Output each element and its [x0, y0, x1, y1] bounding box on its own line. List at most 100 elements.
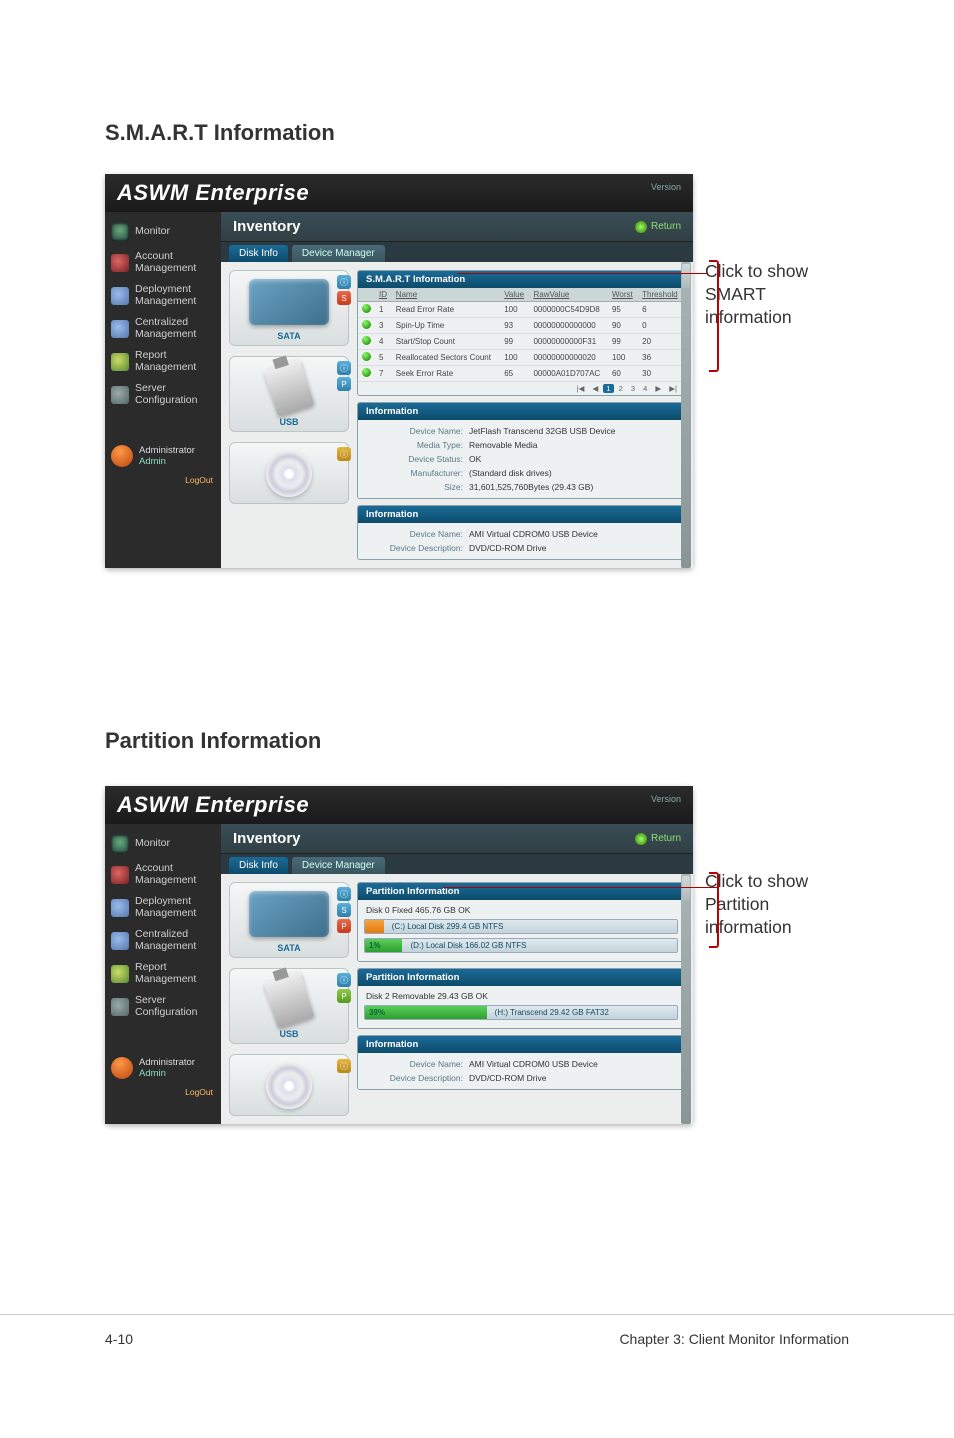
monitor-icon [111, 223, 129, 241]
hdd-icon [249, 279, 329, 325]
col-threshold[interactable]: Threshold [638, 288, 684, 302]
return-button[interactable]: Return [635, 833, 681, 845]
pager: |◀ ◀ 1 2 3 4 ▶ ▶| [358, 382, 684, 395]
panel-title: Partition Information [358, 883, 684, 900]
sidebar-item-label: Centralized Management [135, 317, 196, 340]
col-raw[interactable]: RawValue [529, 288, 608, 302]
sidebar-item-account[interactable]: Account Management [105, 246, 221, 279]
info-button-icon[interactable]: ⓘ [337, 887, 351, 901]
device-label: USB [236, 1027, 342, 1041]
sidebar-item-deployment[interactable]: Deployment Management [105, 891, 221, 924]
sidebar: Monitor Account Management Deployment Ma… [105, 824, 221, 1124]
device-card-sata[interactable]: ⓘ S SATA [229, 270, 349, 346]
info-value: AMI Virtual CDROM0 USB Device [469, 1059, 598, 1069]
app-brand: ASWM Enterprise [117, 792, 309, 818]
tab-disk-info[interactable]: Disk Info [229, 245, 288, 262]
sidebar-item-monitor[interactable]: Monitor [105, 830, 221, 858]
partition-button-icon[interactable]: P [337, 377, 351, 391]
pager-next[interactable]: ▶ [652, 384, 664, 393]
sidebar-item-label: Server Configuration [135, 383, 197, 406]
app-version-label: Version [651, 794, 681, 804]
device-card-disc[interactable]: ⓘ [229, 442, 349, 504]
pager-page[interactable]: 3 [628, 384, 638, 393]
sidebar-item-centralized[interactable]: Centralized Management [105, 312, 221, 345]
table-row[interactable]: 4Start/Stop Count9900000000000F319920 [358, 334, 684, 350]
partition-bar: 1% (D:) Local Disk 166.02 GB NTFS [364, 938, 678, 953]
admin-label: Admin [139, 1068, 166, 1079]
pager-page[interactable]: 2 [616, 384, 626, 393]
partition-panel-1: Partition Information Disk 0 Fixed 465.7… [357, 882, 685, 962]
sidebar-admin: AdministratorAdmin [105, 439, 221, 473]
col-name[interactable]: Name [392, 288, 500, 302]
info-button-icon[interactable]: ⓘ [337, 361, 351, 375]
partition-used-seg: 39% [365, 1006, 487, 1019]
info-button-icon[interactable]: ⓘ [337, 973, 351, 987]
info-key: Device Status: [364, 454, 469, 464]
smart-button-icon[interactable]: S [337, 291, 351, 305]
partition-button-icon[interactable]: P [337, 919, 351, 933]
partition-used-seg: 1% [365, 939, 402, 952]
partition-button-icon[interactable]: P [337, 989, 351, 1003]
info-value: Removable Media [469, 440, 538, 450]
info-key: Size: [364, 482, 469, 492]
col-id[interactable]: ID [375, 288, 392, 302]
chapter-label: Chapter 3: Client Monitor Information [619, 1331, 849, 1347]
scrollbar[interactable] [681, 874, 691, 1124]
admin-icon [111, 445, 133, 467]
pager-page[interactable]: 1 [603, 384, 613, 393]
pager-first[interactable]: |◀ [574, 384, 588, 393]
tab-disk-info[interactable]: Disk Info [229, 857, 288, 874]
sidebar-item-deployment[interactable]: Deployment Management [105, 279, 221, 312]
info-value: 31,601,525,760Bytes (29.43 GB) [469, 482, 593, 492]
page-title: Inventory [233, 218, 301, 235]
sidebar-item-server[interactable]: Server Configuration [105, 378, 221, 411]
panel-title: Partition Information [358, 969, 684, 986]
report-icon [111, 353, 129, 371]
sidebar-item-centralized[interactable]: Centralized Management [105, 924, 221, 957]
pager-page[interactable]: 4 [640, 384, 650, 393]
server-icon [111, 386, 129, 404]
return-label: Return [651, 221, 681, 232]
device-card-sata[interactable]: ⓘ S P SATA [229, 882, 349, 958]
disc-info-panel: Information Device Name:AMI Virtual CDRO… [357, 505, 685, 560]
table-row[interactable]: 5Reallocated Sectors Count10000000000000… [358, 350, 684, 366]
logout-link[interactable]: LogOut [105, 473, 221, 489]
app-window: ASWM Enterprise Version Monitor Account … [105, 786, 693, 1124]
sidebar-item-report[interactable]: Report Management [105, 957, 221, 990]
annotation-line [443, 887, 719, 888]
table-row[interactable]: 7Seek Error Rate6500000A01D707AC6030 [358, 366, 684, 382]
col-value[interactable]: Value [500, 288, 529, 302]
return-button[interactable]: Return [635, 221, 681, 233]
table-row[interactable]: 1Read Error Rate1000000000C54D9D8956 [358, 302, 684, 318]
info-button-icon[interactable]: ⓘ [337, 447, 351, 461]
info-button-icon[interactable]: ⓘ [337, 275, 351, 289]
sidebar-item-account[interactable]: Account Management [105, 858, 221, 891]
sidebar: Monitor Account Management Deployment Ma… [105, 212, 221, 568]
section-heading-smart: S.M.A.R.T Information [105, 120, 849, 146]
col-worst[interactable]: Worst [608, 288, 638, 302]
smart-button-icon[interactable]: S [337, 903, 351, 917]
panel-title: Information [358, 1036, 684, 1053]
device-card-disc[interactable]: ⓘ [229, 1054, 349, 1116]
table-row[interactable]: 3Spin-Up Time9300000000000000900 [358, 318, 684, 334]
hdd-icon [249, 891, 329, 937]
sidebar-item-label: Deployment Management [135, 284, 196, 307]
tab-device-manager[interactable]: Device Manager [292, 245, 385, 262]
info-key: Manufacturer: [364, 468, 469, 478]
device-card-usb[interactable]: ⓘ P USB [229, 356, 349, 432]
scrollbar[interactable] [681, 262, 691, 568]
sidebar-item-server[interactable]: Server Configuration [105, 990, 221, 1023]
centralized-icon [111, 932, 129, 950]
status-ok-icon [362, 320, 371, 329]
sidebar-item-report[interactable]: Report Management [105, 345, 221, 378]
pager-prev[interactable]: ◀ [589, 384, 601, 393]
info-button-icon[interactable]: ⓘ [337, 1059, 351, 1073]
pager-last[interactable]: ▶| [666, 384, 680, 393]
disk-summary: Disk 0 Fixed 465.76 GB OK [364, 904, 678, 919]
device-card-usb[interactable]: ⓘ P USB [229, 968, 349, 1044]
logout-link[interactable]: LogOut [105, 1085, 221, 1101]
usb-icon [264, 359, 315, 416]
sidebar-item-monitor[interactable]: Monitor [105, 218, 221, 246]
partition-label: (H:) Transcend 29.42 GB FAT32 [487, 1006, 677, 1019]
tab-device-manager[interactable]: Device Manager [292, 857, 385, 874]
